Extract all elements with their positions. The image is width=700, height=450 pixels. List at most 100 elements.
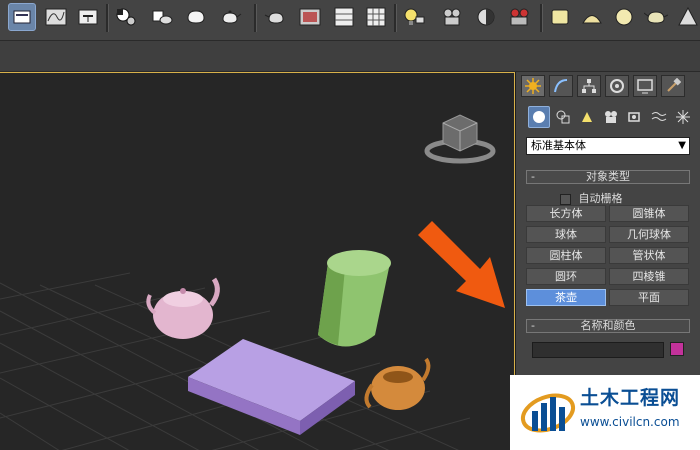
rendered-frame-button[interactable] [182,3,210,31]
camera-orbit-icon [477,8,495,26]
render-setup-button[interactable] [148,3,176,31]
teapot-button[interactable] [262,3,290,31]
pyramid-button[interactable]: 四棱锥 [609,268,689,285]
viewcube[interactable] [424,114,496,164]
viewport-scene [0,114,505,450]
teapot-render-icon [187,10,205,24]
tab-hierarchy[interactable] [577,75,601,97]
autogrid-label: 自动栅格 [578,192,623,205]
geosphere-button[interactable]: 几何球体 [609,226,689,243]
ribbon-strip [0,41,700,72]
orbit-button[interactable] [472,3,500,31]
helpers-icon [628,112,640,122]
track-view-button[interactable] [330,3,358,31]
grid-icon [334,7,354,27]
subtab-systems[interactable] [672,106,694,128]
green-cylinder[interactable] [318,250,391,347]
motion-icon [610,79,624,93]
systems-icon [676,110,690,124]
camera-button[interactable] [438,3,466,31]
shapes-icon [556,110,570,124]
collapse-icon: - [531,319,535,332]
sphere-button[interactable] [610,3,638,31]
cylinder-button[interactable]: 圆柱体 [526,247,606,264]
name-color-rollout-header[interactable]: - 名称和颜色 [526,319,690,333]
subtab-space-warps[interactable] [648,106,670,128]
create-icon [525,78,541,94]
render-production-button[interactable] [216,3,244,31]
box-button[interactable]: 长方体 [526,205,606,222]
curve-editor-icon [45,8,67,26]
object-color-swatch[interactable] [670,342,684,356]
toolbar-separator [254,4,257,32]
subtab-helpers[interactable] [624,106,646,128]
object-type-rollout-header[interactable]: - 对象类型 [526,170,690,184]
teapot-primitive-button[interactable] [642,3,670,31]
sphere-button[interactable]: 球体 [526,226,606,243]
table-button[interactable] [362,3,390,31]
rendered-frame-window-button[interactable] [296,3,324,31]
orange-teapot[interactable] [364,357,431,410]
teapot-small-icon [264,12,284,24]
rectangle-button[interactable] [546,3,574,31]
watermark: 土木工程网 www.civilcn.com [510,375,700,450]
subtab-geometry[interactable] [528,106,550,128]
lights-icon [582,112,592,122]
rollout-title: 对象类型 [586,170,630,183]
plane-button[interactable]: 平面 [609,289,689,306]
material-editor-icon [116,8,136,26]
watermark-url: www.civilcn.com [580,415,680,429]
light-button[interactable] [400,3,428,31]
object-name-field[interactable] [532,342,664,358]
pointer-arrow [418,221,505,308]
camera-view-icon [443,8,461,26]
collapse-icon: - [531,170,535,183]
display-icon [637,79,653,94]
video-camera-icon [510,8,529,26]
tube-button[interactable]: 管状体 [609,247,689,264]
tab-utilities[interactable] [661,75,685,97]
modify-icon [554,79,568,93]
schematic-view-button[interactable] [74,3,102,31]
subtab-lights[interactable] [576,106,598,128]
dome-icon [582,15,602,24]
primitive-type-dropdown[interactable]: 标准基本体 ▼ [526,137,690,155]
toolbar-separator [394,4,397,32]
autogrid-checkbox[interactable] [560,193,571,205]
autogrid-checkbox-row[interactable]: 自动栅格 [560,190,623,206]
teapot-button[interactable]: 茶壶 [526,289,606,306]
tab-display[interactable] [633,75,657,97]
pink-teapot[interactable] [146,277,220,339]
cone-button[interactable]: 圆锥体 [609,205,689,222]
layer-icon [13,10,31,24]
tv-icon [299,8,321,26]
hierarchy-icon [582,79,596,93]
tab-create[interactable] [521,75,545,97]
curve-editor-button[interactable] [42,3,70,31]
chevron-down-icon: ▼ [678,140,686,151]
watermark-title: 土木工程网 [580,387,681,409]
purple-box[interactable] [188,339,355,435]
dropdown-value: 标准基本体 [531,139,586,152]
teapot-icon [644,11,668,24]
watermark-logo [520,393,576,433]
subtab-cameras[interactable] [600,106,622,128]
cone-button[interactable] [674,3,700,31]
dome-button[interactable] [578,3,606,31]
space-warps-icon [651,112,667,121]
material-editor-button[interactable] [112,3,140,31]
tab-motion[interactable] [605,75,629,97]
perspective-viewport[interactable] [0,72,515,450]
video-camera-button[interactable] [506,3,534,31]
layer-manager-button[interactable] [8,3,36,31]
tab-modify[interactable] [549,75,573,97]
schematic-icon [78,9,98,25]
torus-button[interactable]: 圆环 [526,268,606,285]
table-icon [366,7,386,27]
toolbar-separator [540,4,543,32]
light-icon [404,8,425,25]
geometry-icon [533,111,545,123]
subtab-shapes[interactable] [552,106,574,128]
main-toolbar [0,0,700,41]
cone-icon [678,6,698,26]
